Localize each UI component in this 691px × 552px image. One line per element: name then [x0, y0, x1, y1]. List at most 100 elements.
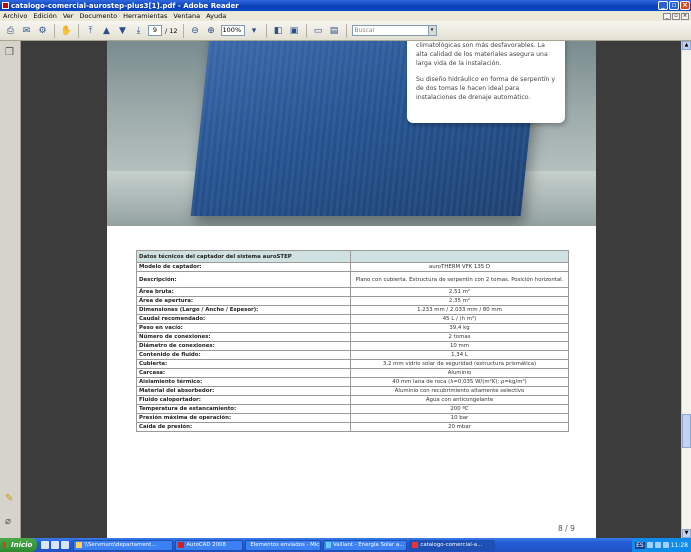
quick-launch-ie-icon[interactable] [41, 541, 50, 549]
fit-width-icon[interactable]: ▤ [328, 24, 341, 37]
menu-ayuda[interactable]: Ayuda [203, 12, 229, 20]
menu-ver[interactable]: Ver [60, 12, 77, 20]
fit-page-icon[interactable]: ▭ [312, 24, 325, 37]
toolbar-separator [265, 23, 267, 38]
spec-value: 39,4 kg [350, 323, 569, 333]
collector-photo: climatológicas son más desfavorables. La… [107, 41, 596, 226]
previous-page-icon[interactable]: ▲ [100, 24, 113, 37]
table-row: Área de apertura: 2,35 m² [136, 296, 569, 306]
menu-archivo[interactable]: Archivo [0, 12, 30, 20]
menu-edicion[interactable]: Edición [30, 12, 60, 20]
navigation-panel: ❐ ✎ ⌀ [0, 41, 21, 538]
task-adobe-reader[interactable]: catalogo-comercial-a... [409, 539, 496, 551]
document-viewport[interactable]: climatológicas son más desfavorables. La… [21, 41, 681, 538]
vertical-scrollbar[interactable]: ▲ ▼ [681, 41, 691, 538]
quick-launch [41, 541, 70, 549]
table-row: Modelo de captador: auroTHERM VFK 135 D [136, 262, 569, 272]
spec-label: Cubierta: [136, 359, 351, 369]
spec-value: 1,34 L [350, 350, 569, 360]
spec-value: 10 bar [350, 413, 569, 423]
table-row: Presión máxima de operación: 10 bar [136, 413, 569, 423]
task-explorer[interactable]: \\Servmuro\departament... [73, 539, 174, 551]
spec-value: 2,35 m² [350, 296, 569, 306]
spec-label: Modelo de captador: [136, 262, 351, 272]
toolbar-separator [54, 23, 55, 38]
scroll-down-icon[interactable]: ▼ [682, 529, 691, 538]
spec-label: Presión máxima de operación: [136, 413, 351, 423]
tray-volume-icon[interactable] [654, 542, 661, 548]
spec-label: Número de conexiones: [136, 332, 351, 342]
zoom-dropdown-icon[interactable]: ▾ [248, 24, 261, 37]
zoom-out-icon[interactable]: ⊖ [189, 24, 202, 37]
table-row: Descripción: Plano con cubierta. Estructu… [136, 271, 569, 288]
attachments-icon[interactable]: ⌀ [5, 516, 16, 527]
snapshot-icon[interactable]: ◧ [272, 24, 285, 37]
spec-label: Material del absorbedor: [136, 386, 351, 396]
search-placeholder: Buscar [354, 27, 376, 34]
table-row: Aislamiento térmico: 40 mm lana de roca (… [136, 377, 569, 387]
zoom-in-icon[interactable]: ⊕ [205, 24, 218, 37]
table-header-empty [350, 250, 569, 263]
page-number-input[interactable]: 9 [148, 25, 162, 36]
table-row: Carcasa: Aluminio [136, 368, 569, 378]
table-header-row: Datos técnicos del captador del sistema … [136, 250, 569, 263]
first-page-icon[interactable]: ⤒ [84, 24, 97, 37]
description-callout: climatológicas son más desfavorables. La… [407, 41, 565, 123]
clock: 11:28 [670, 541, 688, 549]
language-indicator[interactable]: ES [635, 541, 645, 549]
spec-value: Aluminio [350, 368, 569, 378]
windows-taskbar: Inicio \\Servmuro\departament... AutoCAD… [0, 538, 691, 552]
hand-tool-icon[interactable]: ✋ [60, 24, 73, 37]
last-page-icon[interactable]: ⤓ [132, 24, 145, 37]
task-outlook[interactable]: Elementos enviados - Mic... [245, 539, 322, 551]
doc-restore-button[interactable]: ▫ [672, 12, 680, 20]
camera-icon[interactable]: ▣ [288, 24, 301, 37]
spec-value: 10 mm [350, 341, 569, 351]
quick-launch-desktop-icon[interactable] [51, 541, 60, 549]
comments-icon[interactable]: ✎ [5, 493, 16, 504]
spec-value: auroTHERM VFK 135 D [350, 262, 569, 272]
spec-label: Peso en vacío: [136, 323, 351, 333]
share-icon[interactable]: ⚙ [36, 24, 49, 37]
tray-antivirus-icon[interactable] [662, 542, 669, 548]
print-icon[interactable]: ⎙ [4, 24, 17, 37]
scroll-thumb[interactable] [682, 414, 691, 448]
spec-value: 3,2 mm vidrio solar de seguridad (estruc… [350, 359, 569, 369]
search-dropdown-icon[interactable]: ▾ [427, 26, 436, 35]
spec-value: 200 ºC [350, 404, 569, 414]
page-footer-number: 8 / 9 [558, 524, 575, 533]
maximize-button[interactable]: ▫ [669, 1, 679, 10]
doc-minimize-button[interactable]: _ [663, 12, 671, 20]
window-title-bar: catalogo-comercial-aurostep-plus3[1].pdf… [0, 0, 691, 11]
spec-value: 1.233 mm / 2.033 mm / 80 mm [350, 305, 569, 315]
table-row: Peso en vacío: 39,4 kg [136, 323, 569, 333]
email-icon[interactable]: ✉ [20, 24, 33, 37]
toolbar-separator [182, 23, 184, 38]
spec-label: Fluido caloportador: [136, 395, 351, 405]
search-input[interactable]: Buscar ▾ [351, 25, 437, 36]
close-button[interactable]: × [680, 1, 690, 10]
task-autocad[interactable]: AutoCAD 2008 [175, 539, 244, 551]
tray-network-icon[interactable] [646, 542, 653, 548]
spec-label: Descripción: [136, 271, 351, 288]
system-tray: ES 11:28 [632, 538, 691, 552]
technical-data-table: Datos técnicos del captador del sistema … [136, 250, 569, 432]
spec-value: 2 tomas [350, 332, 569, 342]
spec-label: Carcasa: [136, 368, 351, 378]
quick-launch-folder-icon[interactable] [61, 541, 70, 549]
menu-documento[interactable]: Documento [76, 12, 120, 20]
zoom-level-select[interactable]: 100% [220, 25, 245, 36]
menu-herramientas[interactable]: Herramientas [120, 12, 170, 20]
next-page-icon[interactable]: ▼ [116, 24, 129, 37]
task-browser[interactable]: Vaillant - Energía Solar a... [323, 539, 408, 551]
toolbar: ⎙ ✉ ⚙ ✋ ⤒ ▲ ▼ ⤓ 9 / 12 ⊖ ⊕ 100% ▾ ◧ ▣ ▭ … [0, 21, 691, 41]
adobe-reader-icon [2, 2, 9, 9]
spec-label: Área bruta: [136, 287, 351, 297]
start-button[interactable]: Inicio [0, 538, 38, 552]
spec-label: Caudal recomendado: [136, 314, 351, 324]
pages-panel-icon[interactable]: ❐ [5, 47, 16, 58]
menu-ventana[interactable]: Ventana [170, 12, 203, 20]
scroll-up-icon[interactable]: ▲ [682, 41, 691, 50]
minimize-button[interactable]: _ [658, 1, 668, 10]
doc-close-button[interactable]: × [681, 12, 689, 20]
